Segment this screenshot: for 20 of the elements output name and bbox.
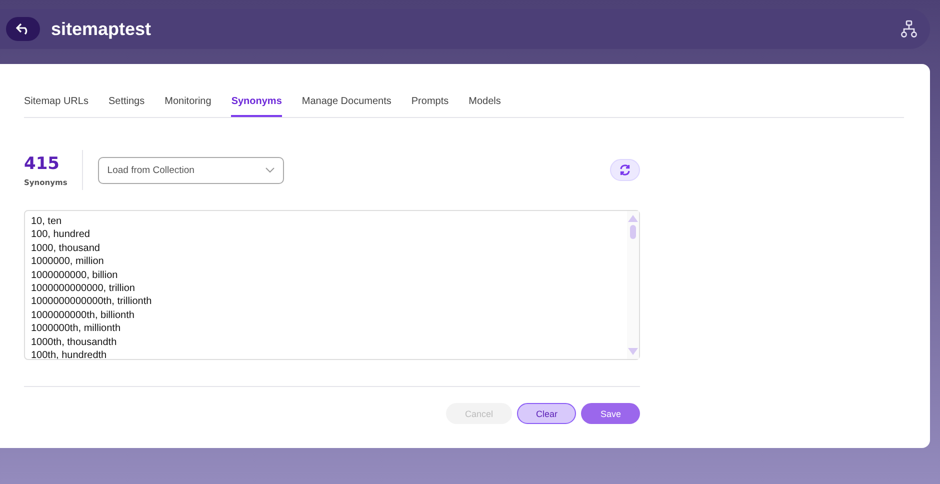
tab[interactable]: Monitoring <box>164 96 212 117</box>
synonym-count: 415 <box>24 154 60 174</box>
chevron-down-icon <box>265 167 276 173</box>
action-button[interactable]: Save <box>581 403 640 424</box>
tab[interactable]: Settings <box>108 96 145 117</box>
action-button[interactable]: Clear <box>516 403 576 424</box>
tab[interactable]: Synonyms <box>231 96 282 117</box>
page-title: sitemaptest <box>51 18 152 40</box>
synonyms-text-area[interactable]: 10, ten 100, hundred 1000, thousand 1000000, million 1000000000, billion 1000000000000, trillion 1000000000000th, trillionth 1000000000th, billionth 1000000th, millionth 1000th, thousandth 100th, hundredth <box>24 210 640 360</box>
refresh-icon <box>619 164 631 176</box>
tab[interactable]: Prompts <box>411 96 449 117</box>
tab[interactable]: Models <box>468 96 501 117</box>
tab[interactable]: Sitemap URLs <box>24 96 88 117</box>
sitemap-icon[interactable] <box>900 20 918 38</box>
collection-dropdown[interactable]: Load from Collection <box>98 156 284 184</box>
tab[interactable]: Manage Documents <box>302 96 392 117</box>
back-arrow-icon <box>16 23 30 35</box>
back-button[interactable] <box>6 17 40 41</box>
refresh-button[interactable] <box>610 159 640 181</box>
scrollbar-thumb[interactable] <box>630 225 636 239</box>
